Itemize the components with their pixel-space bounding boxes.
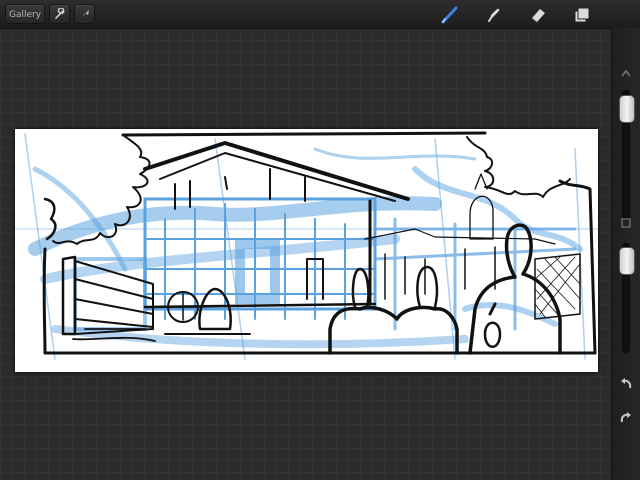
right-sidebar [611,28,640,480]
sketch-artwork [15,131,598,360]
actions-button[interactable] [74,4,95,24]
brush-size-slider[interactable] [619,90,635,220]
settings-button[interactable] [49,4,70,24]
opacity-slider[interactable] [619,243,635,353]
smudge-icon[interactable] [484,5,504,25]
sidebar-grip-icon[interactable] [620,68,632,78]
actions-icon [81,10,89,18]
opacity-thumb[interactable] [619,247,635,275]
redo-icon[interactable] [618,410,634,426]
modify-icon[interactable] [621,218,631,228]
undo-icon[interactable] [618,376,634,392]
gallery-button[interactable]: Gallery [5,4,45,24]
eraser-icon[interactable] [528,5,548,25]
top-toolbar: Gallery [0,0,640,29]
drawing-canvas[interactable] [15,129,598,372]
layers-icon[interactable] [572,5,592,25]
brush-size-thumb[interactable] [619,95,635,123]
brush-icon[interactable] [440,5,460,25]
wrench-icon [55,8,65,19]
